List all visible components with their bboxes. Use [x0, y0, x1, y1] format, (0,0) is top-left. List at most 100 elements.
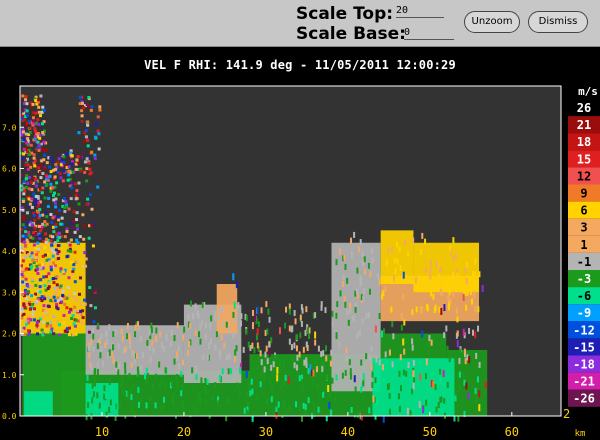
- echo-speckle: [463, 379, 466, 386]
- echo-speckle: [446, 279, 449, 286]
- echo-speckle: [56, 239, 60, 243]
- echo-speckle: [381, 364, 384, 371]
- echo-speckle: [72, 219, 76, 223]
- echo-speckle: [63, 206, 67, 210]
- echo-speckle: [77, 131, 81, 135]
- y-tick-label: 7.0: [2, 123, 17, 132]
- echo-speckle: [242, 346, 245, 353]
- echo-speckle: [87, 345, 90, 352]
- echo-speckle: [385, 259, 388, 266]
- echo-speckle: [232, 332, 235, 339]
- echo-speckle: [435, 260, 438, 267]
- echo-speckle: [477, 306, 480, 313]
- echo-speckle: [21, 259, 25, 263]
- echo-speckle: [128, 338, 131, 345]
- colorbar-label: 18: [577, 135, 591, 149]
- echo-speckle: [328, 392, 331, 399]
- echo-speckle: [49, 265, 53, 269]
- echo-speckle: [137, 401, 140, 408]
- echo-speckle: [22, 218, 26, 222]
- echo-speckle: [203, 385, 206, 392]
- echo-speckle: [67, 207, 71, 211]
- echo-speckle: [97, 147, 101, 151]
- echo-speckle: [394, 268, 397, 275]
- echo-speckle: [339, 248, 342, 255]
- echo-speckle: [484, 381, 487, 389]
- echo-speckle: [368, 354, 371, 361]
- echo-speckle: [23, 118, 27, 122]
- echo-speckle: [62, 155, 66, 159]
- echo-speckle: [63, 302, 67, 306]
- echo-speckle: [146, 339, 149, 346]
- echo-speckle: [45, 258, 49, 262]
- echo-speckle: [449, 297, 452, 304]
- echo-speckle: [85, 414, 88, 421]
- echo-speckle: [404, 240, 407, 247]
- echo-speckle: [36, 204, 40, 208]
- echo-speckle: [39, 176, 43, 180]
- echo-speckle: [412, 382, 415, 390]
- echo-speckle: [113, 403, 116, 410]
- echo-speckle: [90, 207, 94, 211]
- echo-speckle: [71, 226, 75, 230]
- echo-speckle: [87, 330, 91, 334]
- echo-speckle: [57, 250, 61, 254]
- echo-speckle: [378, 383, 381, 390]
- echo-speckle: [83, 224, 87, 228]
- colorbar-label: 9: [580, 187, 587, 201]
- echo-speckle: [147, 401, 150, 408]
- echo-speckle: [40, 110, 44, 114]
- echo-speckle: [251, 322, 254, 330]
- echo-speckle: [45, 215, 49, 219]
- echo-speckle: [65, 255, 69, 259]
- echo-speckle: [50, 243, 54, 247]
- echo-speckle: [170, 380, 173, 387]
- echo-speckle: [160, 404, 163, 411]
- echo-speckle: [51, 160, 55, 164]
- echo-speckle: [24, 255, 28, 259]
- echo-speckle: [85, 167, 89, 171]
- echo-speckle: [177, 345, 180, 352]
- echo-speckle: [240, 313, 243, 320]
- colorbar-label: -26: [573, 392, 595, 406]
- echo-speckle: [345, 355, 348, 362]
- echo-speckle: [28, 126, 32, 130]
- echo-speckle: [71, 333, 75, 337]
- colorbar-label: 1: [580, 238, 587, 252]
- echo-speckle: [172, 391, 175, 398]
- echo-speckle: [51, 277, 55, 281]
- echo-speckle: [391, 247, 394, 254]
- echo-speckle: [360, 359, 363, 366]
- echo-speckle: [465, 304, 468, 311]
- echo-speckle: [61, 270, 65, 274]
- echo-speckle: [330, 409, 333, 416]
- echo-speckle: [33, 226, 37, 230]
- echo-speckle: [398, 370, 401, 377]
- echo-speckle: [375, 356, 378, 363]
- echo-speckle: [176, 322, 179, 329]
- echo-speckle: [187, 349, 190, 356]
- echo-speckle: [70, 162, 74, 166]
- echo-speckle: [378, 278, 381, 286]
- echo-speckle: [334, 396, 337, 403]
- echo-speckle: [25, 150, 29, 154]
- echo-speckle: [301, 379, 304, 386]
- echo-speckle: [115, 361, 118, 368]
- echo-speckle: [76, 227, 80, 231]
- echo-speckle: [106, 351, 109, 358]
- echo-speckle: [458, 348, 461, 355]
- echo-speckle: [192, 385, 195, 392]
- echo-speckle: [307, 368, 310, 375]
- echo-speckle: [155, 335, 158, 342]
- echo-speckle: [45, 161, 49, 165]
- echo-speckle: [75, 189, 79, 193]
- echo-speckle: [234, 316, 237, 323]
- echo-speckle: [181, 359, 184, 366]
- echo-speckle: [360, 413, 363, 421]
- echo-speckle: [120, 328, 123, 335]
- echo-speckle: [221, 368, 224, 375]
- echo-speckle: [44, 232, 48, 236]
- echo-speckle: [392, 275, 395, 282]
- echo-speckle: [435, 406, 438, 413]
- rhi-plot[interactable]: 0.01.02.03.04.05.06.07.0 10 20 30 40 50 60 km …: [0, 0, 600, 440]
